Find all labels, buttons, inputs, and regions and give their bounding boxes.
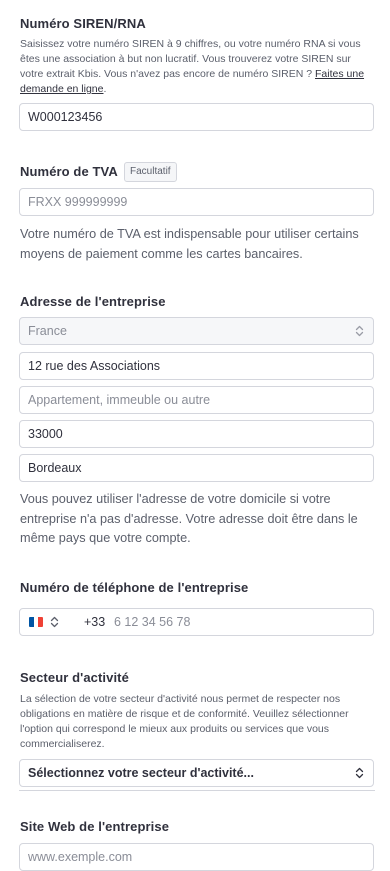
vat-label: Numéro de TVA: [20, 164, 118, 179]
city-input[interactable]: Bordeaux: [19, 454, 374, 482]
phone-label: Numéro de téléphone de l'entreprise: [20, 580, 249, 595]
optional-badge: Facultatif: [124, 162, 177, 182]
flag-stripe-red: [38, 617, 43, 627]
postal-code-input[interactable]: 33000: [19, 420, 374, 448]
vat-input-placeholder: FRXX 999999999: [28, 195, 128, 209]
country-select-value: France: [28, 324, 67, 338]
country-code-chevron-icon[interactable]: [50, 616, 59, 628]
address-note: Vous pouvez utiliser l'adresse de votre …: [20, 492, 358, 545]
website-input[interactable]: www.exemple.com: [19, 843, 374, 871]
vat-input[interactable]: FRXX 999999999: [19, 188, 374, 216]
section-divider: [19, 790, 375, 791]
siren-help-body: Saisissez votre numéro SIREN à 9 chiffre…: [20, 38, 361, 80]
siren-input[interactable]: W000123456: [19, 103, 374, 131]
siren-input-value: W000123456: [28, 110, 103, 124]
industry-label: Secteur d'activité: [20, 670, 129, 685]
siren-label: Numéro SIREN/RNA: [20, 16, 146, 31]
postal-code-value: 33000: [28, 427, 63, 441]
street-input-value: 12 rue des Associations: [28, 359, 161, 373]
address-line2-input[interactable]: Appartement, immeuble ou autre: [19, 386, 374, 414]
industry-select-value: Sélectionnez votre secteur d'activité...: [28, 766, 254, 780]
france-flag-icon[interactable]: [29, 617, 43, 627]
chevron-up-down-icon: [355, 325, 364, 337]
industry-help-text: La sélection de votre secteur d'activité…: [20, 693, 349, 750]
street-input[interactable]: 12 rue des Associations: [19, 352, 374, 380]
website-placeholder: www.exemple.com: [28, 850, 133, 864]
siren-help-end: .: [103, 83, 107, 95]
industry-select[interactable]: Sélectionnez votre secteur d'activité...: [19, 759, 374, 787]
website-label: Site Web de l'entreprise: [20, 819, 170, 834]
chevron-up-down-icon: [355, 767, 364, 779]
business-details-form: Numéro SIREN/RNA Saisissez votre numéro …: [0, 0, 390, 871]
vat-note: Votre numéro de TVA est indispensable po…: [20, 227, 359, 261]
address-label: Adresse de l'entreprise: [20, 294, 166, 309]
dial-code: +33: [84, 615, 106, 629]
city-value: Bordeaux: [28, 461, 82, 475]
phone-input[interactable]: +33 6 12 34 56 78: [19, 608, 374, 636]
phone-placeholder: 6 12 34 56 78: [114, 615, 191, 629]
address-line2-placeholder: Appartement, immeuble ou autre: [28, 393, 211, 407]
siren-help-text: Saisissez votre numéro SIREN à 9 chiffre…: [20, 37, 375, 97]
country-select: France: [19, 317, 374, 345]
